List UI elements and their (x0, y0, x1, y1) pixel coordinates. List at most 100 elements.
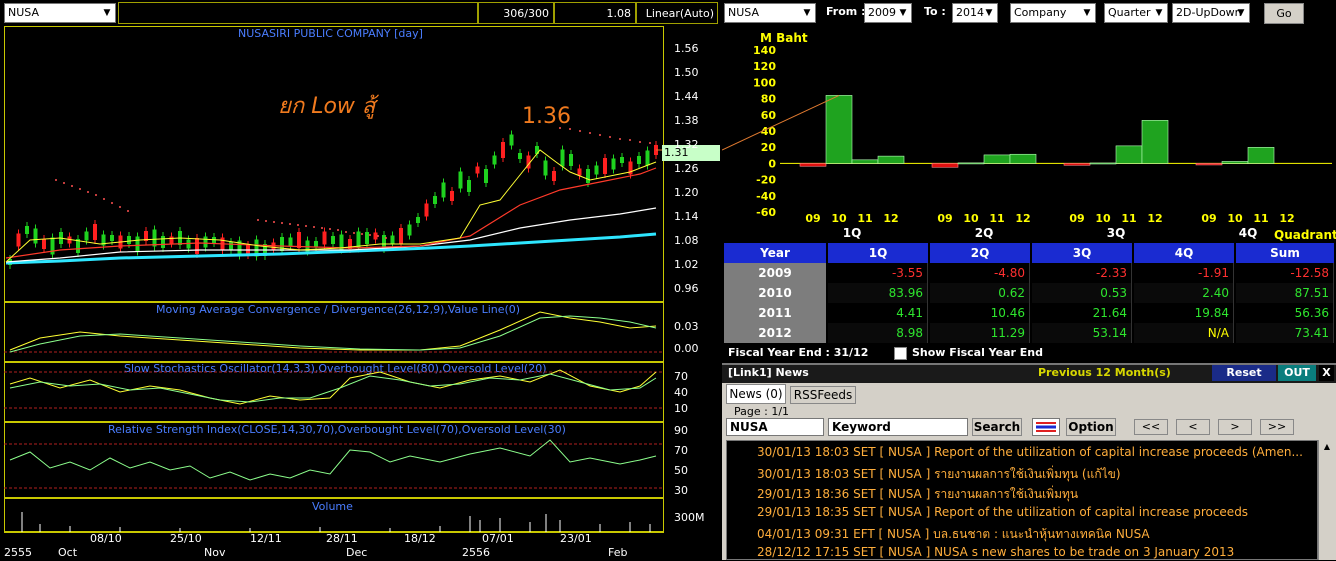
from-year-select[interactable]: 2009 ▼ (864, 3, 912, 23)
date-tick: Nov (204, 546, 226, 559)
go-button[interactable]: Go (1264, 3, 1304, 24)
out-button[interactable]: OUT (1278, 365, 1316, 381)
table-row-year: 2009 (724, 263, 826, 283)
news-scrollbar[interactable]: ▲ (1318, 440, 1336, 560)
next-page-button[interactable]: > (1218, 419, 1252, 435)
news-list: 30/01/13 18:03 SET [ NUSA ] Report of th… (726, 440, 1318, 560)
candle-body (433, 196, 437, 204)
previous-months-link[interactable]: Previous 12 Month(s) (1038, 366, 1171, 379)
view-select[interactable]: 2D-UpDown ▼ (1172, 3, 1250, 23)
table-cell: 11.29 (930, 323, 1030, 343)
news-item[interactable]: 28/12/12 17:15 SET [ NUSA ] NUSA s new s… (757, 545, 1234, 559)
table-cell: 53.14 (1032, 323, 1132, 343)
table-cell: -3.55 (828, 263, 928, 283)
table-cell: 87.51 (1236, 283, 1334, 303)
news-item[interactable]: 29/01/13 18:35 SET [ NUSA ] Report of th… (757, 505, 1248, 519)
link-line (722, 94, 840, 151)
quarter-label: 2Q (975, 226, 994, 240)
candle-body (322, 231, 327, 245)
search-button[interactable]: Search (972, 418, 1022, 436)
news-item[interactable]: 29/01/13 18:36 SET [ NUSA ] รายงานผลการใ… (757, 485, 1078, 504)
candle-body (577, 168, 582, 176)
date-tick: Dec (346, 546, 368, 559)
right-symbol-select[interactable]: NUSA ▼ (724, 3, 816, 23)
year-tick: 10 (1227, 212, 1243, 225)
candle-body (407, 224, 412, 236)
chevron-down-icon: ▼ (803, 8, 811, 18)
news-item[interactable]: 04/01/13 09:31 EFT [ NUSA ] บล.ธนชาต : แ… (757, 525, 1150, 544)
table-cell: 83.96 (828, 283, 928, 303)
date-tick: 08/10 (90, 532, 122, 545)
table-row-year: 2010 (724, 283, 826, 303)
fund-y-tick: 120 (753, 60, 776, 73)
year-tick: 09 (1201, 212, 1216, 225)
period-select[interactable]: Quarter ▼ (1104, 3, 1168, 23)
candle-body (331, 236, 335, 244)
tab-news[interactable]: News (0) (726, 384, 786, 404)
year-tick: 09 (805, 212, 820, 225)
table-row-year: 2011 (724, 303, 826, 323)
stoch-y-tick: 10 (674, 402, 688, 415)
fundamental-bar-chart: 140 120 100 80 60 40 20 0 -20 -40 -60 09 10 11 12 1Q 09 1… (722, 44, 1332, 240)
price-y-tick: 1.38 (674, 114, 699, 127)
annotation-high: 1.36 (522, 104, 571, 129)
year-tick: 11 (1121, 212, 1136, 225)
to-year-select[interactable]: 2014 ▼ (952, 3, 998, 23)
candle-body (552, 171, 556, 181)
table-cell: -12.58 (1236, 263, 1334, 283)
fund-bar (851, 159, 879, 164)
news-header-title: [Link1] News (728, 366, 809, 379)
price-y-tick: 1.44 (674, 90, 699, 103)
fund-bar (957, 162, 985, 165)
news-symbol-input[interactable]: NUSA (726, 418, 824, 436)
news-item[interactable]: 30/01/13 18:03 SET [ NUSA ] รายงานผลการใ… (757, 465, 1121, 484)
candle-body (645, 150, 650, 166)
keyword-input[interactable]: Keyword (828, 418, 968, 436)
first-page-button[interactable]: << (1134, 419, 1168, 435)
from-year-value: 2009 (868, 6, 896, 19)
date-tick: 2556 (462, 546, 490, 559)
rsi-y-tick: 70 (674, 444, 688, 457)
table-cell: -2.33 (1032, 263, 1132, 283)
option-button[interactable]: Option (1066, 418, 1116, 436)
stoch-k (9, 369, 657, 405)
news-item[interactable]: 30/01/13 18:03 SET [ NUSA ] Report of th… (757, 445, 1303, 459)
candle-body (475, 166, 480, 174)
date-tick: 12/11 (250, 532, 282, 545)
candle-body (637, 156, 641, 164)
fundamental-panel: NUSA ▼ From : 2009 ▼ To : 2014 ▼ Company… (722, 0, 1336, 560)
table-header: Year (724, 243, 826, 263)
prev-page-button[interactable]: < (1176, 419, 1210, 435)
right-symbol-value: NUSA (728, 6, 759, 19)
candle-body (169, 236, 174, 244)
price-y-tick: 1.50 (674, 66, 699, 79)
price-chart-svg (4, 127, 720, 532)
macd-y-tick: 0.03 (674, 320, 699, 333)
to-label: To : (924, 5, 946, 18)
thai-flag-icon[interactable] (1032, 418, 1060, 436)
chevron-down-icon: ▼ (1155, 8, 1163, 18)
type-select[interactable]: Company ▼ (1010, 3, 1096, 23)
scroll-up-icon[interactable]: ▲ (1321, 442, 1333, 454)
candle-body (586, 169, 590, 183)
year-tick: 11 (989, 212, 1004, 225)
technical-chart-window: NUSA ▼ 306/300 1.08 Linear(Auto) NUSASIR… (0, 0, 720, 560)
year-tick: 10 (831, 212, 847, 225)
tab-rssfeeds[interactable]: RSSFeeds (790, 386, 856, 404)
volume-bars (21, 512, 651, 532)
fund-y-tick: 40 (761, 125, 777, 138)
quarter-label: 1Q (843, 226, 862, 240)
price-y-tick: 1.26 (674, 162, 699, 175)
fund-bar (877, 155, 905, 164)
reset-button[interactable]: Reset (1212, 365, 1276, 381)
close-icon[interactable]: X (1319, 365, 1334, 381)
last-page-button[interactable]: >> (1260, 419, 1294, 435)
price-y-tick: 1.02 (674, 258, 699, 271)
rsi-y-tick: 30 (674, 484, 688, 497)
table-cell: 73.41 (1236, 323, 1334, 343)
date-tick: Feb (608, 546, 628, 559)
rsi-line (9, 439, 657, 481)
show-fiscal-checkbox[interactable] (894, 347, 907, 360)
candle-body (161, 236, 165, 248)
annotation-thai: ยก Low สู้ (278, 94, 376, 119)
